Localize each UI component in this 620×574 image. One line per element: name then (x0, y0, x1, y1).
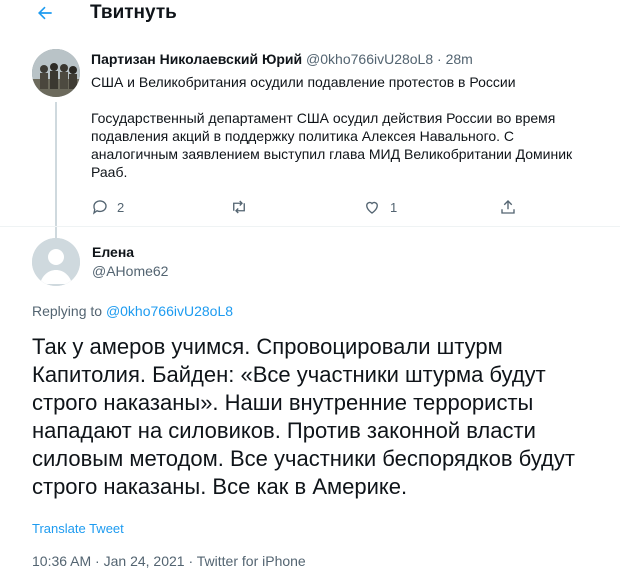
tweet-text: Так у амеров учимся. Спровоцировали штур… (32, 334, 575, 499)
tweet-meta: Партизан Николаевский Юрий @0kho766ivU28… (91, 51, 473, 67)
translate-tweet-link[interactable]: Translate Tweet (32, 521, 124, 536)
avatar-photo (32, 49, 80, 97)
like-count: 1 (390, 199, 398, 215)
tweet-headline: США и Великобритания осудили подавление … (91, 74, 516, 90)
share-button[interactable] (499, 198, 517, 216)
like-button[interactable]: 1 (362, 198, 397, 216)
author-handle[interactable]: @0kho766ivU28oL8 (306, 51, 433, 67)
meta-separator: · (95, 553, 100, 569)
tweet-date[interactable]: Jan 24, 2021 (104, 553, 185, 569)
tweet-text: США и Великобритания осудили подавление … (91, 73, 591, 181)
reply-count: 2 (117, 199, 125, 215)
replying-handle-link[interactable]: @0kho766ivU28oL8 (106, 303, 233, 319)
author-name[interactable]: Партизан Николаевский Юрий (91, 51, 302, 67)
tweet-source[interactable]: Twitter for iPhone (197, 553, 306, 569)
reply-icon (92, 200, 107, 215)
top-bar: Твитнуть (0, 0, 620, 30)
tweet-time[interactable]: 10:36 AM (32, 553, 91, 569)
author-handle[interactable]: @AHome62 (92, 263, 168, 279)
author-name[interactable]: Елена (92, 244, 134, 260)
divider (0, 226, 620, 227)
replying-prefix: Replying to (32, 303, 103, 319)
tweet-body: Государственный департамент США осудил д… (91, 110, 573, 180)
tweet-time[interactable]: 28m (446, 51, 473, 67)
like-icon (366, 201, 378, 214)
retweet-icon (233, 200, 245, 214)
default-avatar-icon (32, 238, 80, 286)
retweet-button[interactable] (229, 198, 257, 216)
replying-to: Replying to @0kho766ivU28oL8 (32, 303, 233, 319)
reply-button[interactable]: 2 (91, 198, 124, 216)
tweet-timestamp: 10:36 AM · Jan 24, 2021 · Twitter for iP… (32, 553, 306, 569)
back-arrow-icon (38, 6, 52, 20)
avatar[interactable] (32, 238, 80, 286)
page-title: Твитнуть (90, 2, 177, 23)
meta-separator: · (188, 553, 194, 569)
avatar[interactable] (32, 49, 80, 97)
share-icon (501, 200, 515, 214)
tweet-actions: 2 1 (91, 198, 531, 218)
meta-separator: · (437, 51, 442, 67)
back-button[interactable] (30, 0, 60, 26)
